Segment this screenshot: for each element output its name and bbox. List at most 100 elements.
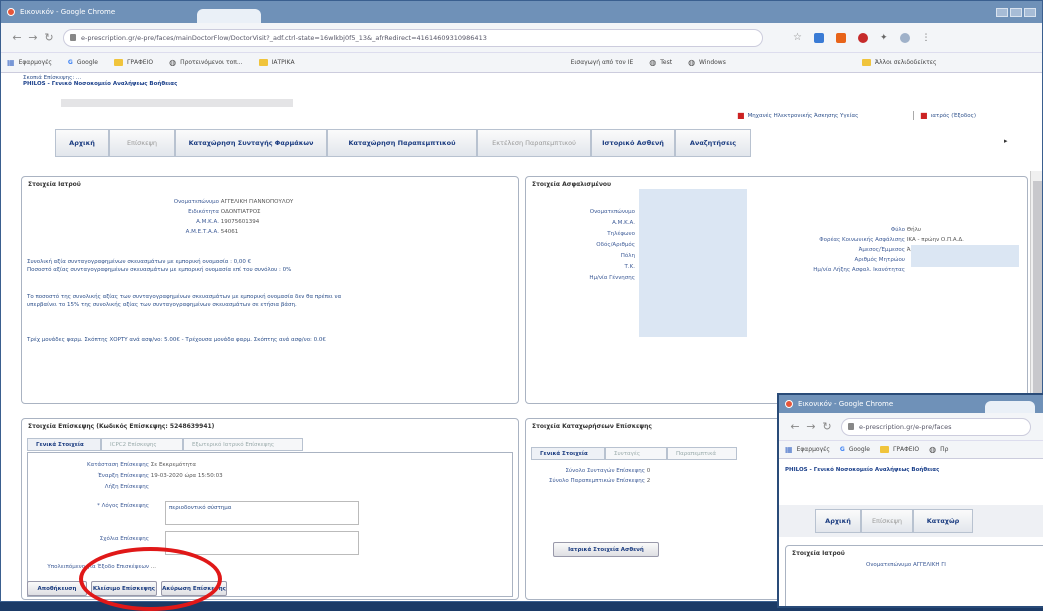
visit-comments-field[interactable]	[165, 531, 359, 555]
address-bar-row: ← → ↻ e-prescription.gr/e-pre/faces	[779, 413, 1043, 441]
subtab-icpc2[interactable]: ICPC2 Επίσκεψης	[101, 438, 183, 451]
title-bar: Εικονικόν - Google Chrome	[1, 1, 1042, 23]
panel-title: Στοιχεία Ιατρού	[792, 550, 845, 557]
second-browser-window: Εικονικόν - Google Chrome ← → ↻ e-prescr…	[777, 393, 1043, 608]
url-text: e-prescription.gr/e-pre/faces	[859, 422, 952, 431]
insured-label: Τηλέφωνο	[607, 231, 635, 237]
browser-tab[interactable]	[985, 401, 1035, 413]
visit-row: Λήξη Επίσκεψης	[104, 484, 149, 490]
forward-icon[interactable]: →	[25, 31, 41, 44]
patient-medical-button[interactable]: Ιατρικά Στοιχεία Ασθενή	[553, 542, 659, 557]
visit-reason-field[interactable]: περιοδοντικό σύστημα	[165, 501, 359, 525]
extension-icon[interactable]	[813, 32, 824, 43]
user-link[interactable]: ■ ιατρός (Έξοδος)	[913, 111, 976, 120]
menu-icon[interactable]: ⋮	[922, 33, 931, 43]
globe-icon: ◍	[169, 58, 177, 67]
url-input[interactable]: e-prescription.gr/e-pre/faces	[841, 417, 1031, 436]
shield-icon[interactable]	[857, 32, 868, 43]
bookmark-google[interactable]: G Google	[68, 59, 98, 66]
window-title: Εικονικόν - Google Chrome	[798, 400, 894, 408]
doctor-note: Συνολική αξία συνταγογραφημένων σκευασμά…	[27, 259, 252, 265]
subtab-general[interactable]: Γενικά Στοιχεία	[27, 438, 101, 451]
doctor-note: Τρέχ μονάδες φαρμ. Σκόπτης ΧΟΡΤΥ ανά ασφ…	[27, 337, 326, 343]
warning-link[interactable]: ■ Μηχανές Ηλεκτρονικής Άσκησης Υγείας	[737, 111, 858, 120]
tab-visit[interactable]: Επίσκεψη	[109, 129, 175, 157]
back-icon[interactable]: ←	[9, 31, 25, 44]
insured-label: Πόλη	[620, 253, 635, 259]
star-icon[interactable]: ☆	[793, 32, 802, 43]
maximize-button[interactable]	[1010, 7, 1022, 17]
tab-visit[interactable]: Επίσκεψη	[861, 509, 913, 533]
bookmark-item[interactable]: ◍ Windows	[688, 58, 726, 67]
tab-history[interactable]: Ιστορικό Ασθενή	[591, 129, 675, 157]
doctor-row: Ονοματεπώνυμο ΑΓΓΕΛΙΚΗ ΓΙ	[866, 562, 946, 568]
insured-label: Οδός/Αριθμός	[596, 242, 635, 248]
tab-referral-exec[interactable]: Εκτέλεση Παραπεμπτικού	[477, 129, 591, 157]
doctor-note: Ποσοστό αξίας συνταγογραφημένων σκευασμά…	[27, 267, 292, 273]
lock-icon	[848, 423, 854, 430]
redacted-area	[639, 189, 747, 337]
panel-title: Στοιχεία Επίσκεψης (Κωδικός Επίσκεψης: 5…	[28, 423, 215, 430]
bookmarks-bar: ▦ Εφαρμογές G Google ΓΡΑΦΕΙΟ ◍ Πρ	[779, 441, 1043, 459]
panel-title: Στοιχεία Καταχωρήσεων Επίσκεψης	[532, 423, 652, 430]
tab-scroll-icon[interactable]: ▸	[1004, 137, 1008, 145]
back-icon[interactable]: ←	[787, 420, 803, 433]
reload-icon[interactable]: ↻	[41, 31, 57, 44]
header-title: PHILOS - Γενικό Νοσοκομείο Αναλήψεως Βοή…	[785, 467, 940, 473]
redacted-area	[911, 245, 1019, 267]
lock-icon	[70, 34, 76, 41]
user-icon: ■	[920, 111, 928, 120]
visit-row: Σχόλια Επίσκεψης	[99, 536, 149, 542]
bookmark-item[interactable]: ◍ Πρ	[929, 445, 948, 454]
bookmark-folder[interactable]: ΙΑΤΡΙΚΑ	[258, 59, 295, 66]
bookmark-item[interactable]: ◍ Προτεινόμενοι τοπ...	[169, 58, 243, 67]
extension-icon[interactable]	[835, 32, 846, 43]
bookmark-google[interactable]: G Google	[840, 446, 870, 453]
insured-label: Ονοματεπώνυμο	[589, 209, 635, 215]
bookmark-folder[interactable]: ΓΡΑΦΕΙΟ	[114, 59, 153, 66]
bookmark-item[interactable]: ◍ Test	[649, 58, 672, 67]
tab-home[interactable]: Αρχική	[55, 129, 109, 157]
globe-icon: ◍	[929, 445, 937, 454]
extensions: ☆ ✦ ⋮	[793, 32, 931, 43]
reload-icon[interactable]: ↻	[819, 420, 835, 433]
tab-referral[interactable]: Καταχώρηση Παραπεμπτικού	[327, 129, 477, 157]
tab-search[interactable]: Αναζητήσεις	[675, 129, 751, 157]
other-bookmarks[interactable]: Άλλοι σελιδοδείκτες	[861, 59, 937, 66]
browser-tab[interactable]	[197, 9, 261, 23]
doctor-note: υπερβαίνει το 15% της συνολικής αξίας τω…	[27, 302, 297, 308]
window-controls	[996, 7, 1042, 17]
forward-icon[interactable]: →	[803, 420, 819, 433]
close-button[interactable]	[1024, 7, 1036, 17]
avatar[interactable]	[899, 32, 910, 43]
insured-row: Άμεσος/Έμμεσος Άμεσος	[858, 247, 927, 253]
subtab-general[interactable]: Γενικά Στοιχεία	[531, 447, 605, 460]
subtab-referrals[interactable]: Παραπεμπτικά	[667, 447, 737, 460]
subtab-prescriptions[interactable]: Συνταγές	[605, 447, 667, 460]
subtab-external[interactable]: Εξωτερικό Ιατρικό Επίσκεψης	[183, 438, 303, 451]
save-button[interactable]: Αποθήκευση	[27, 581, 87, 596]
main-tabs: Αρχική Επίσκεψη Καταχώρ	[815, 509, 973, 533]
registration-row: Σύνολο Παραπεμπτικών Επίσκεψης 2	[549, 478, 651, 484]
tab-prescription[interactable]: Καταχώρ	[913, 509, 973, 533]
folder-icon	[114, 59, 123, 66]
bookmark-apps[interactable]: ▦ Εφαρμογές	[7, 58, 52, 67]
folder-icon	[880, 446, 889, 453]
folder-icon	[861, 59, 871, 66]
title-bar: Εικονικόν - Google Chrome	[779, 395, 1043, 413]
url-input[interactable]: e-prescription.gr/e-pre/faces/mainDoctor…	[63, 28, 763, 47]
apps-icon: ▦	[785, 445, 793, 454]
doctor-panel: Στοιχεία Ιατρού Ονοματεπώνυμο ΑΓΓΕΛΙΚΗ Γ…	[785, 545, 1043, 606]
tab-prescription[interactable]: Καταχώρηση Συνταγής Φαρμάκων	[175, 129, 327, 157]
visit-row: * Λόγος Επίσκεψης	[97, 503, 149, 509]
puzzle-icon[interactable]: ✦	[880, 33, 888, 43]
bookmark-item[interactable]: Εισαγωγή από τον IE	[571, 59, 634, 66]
bookmark-apps[interactable]: ▦ Εφαρμογές	[785, 445, 830, 454]
insured-row: Ημ/νία Λήξης Ασφαλ. Ικανότητας	[813, 267, 905, 273]
tab-home[interactable]: Αρχική	[815, 509, 861, 533]
minimize-button[interactable]	[996, 7, 1008, 17]
doctor-row: Α.Μ.Κ.Α. 19075601394	[196, 219, 260, 225]
main-tabs: Αρχική Επίσκεψη Καταχώρηση Συνταγής Φαρμ…	[55, 129, 751, 157]
panel-title: Στοιχεία Ιατρού	[28, 181, 81, 188]
bookmark-folder[interactable]: ΓΡΑΦΕΙΟ	[880, 446, 919, 453]
